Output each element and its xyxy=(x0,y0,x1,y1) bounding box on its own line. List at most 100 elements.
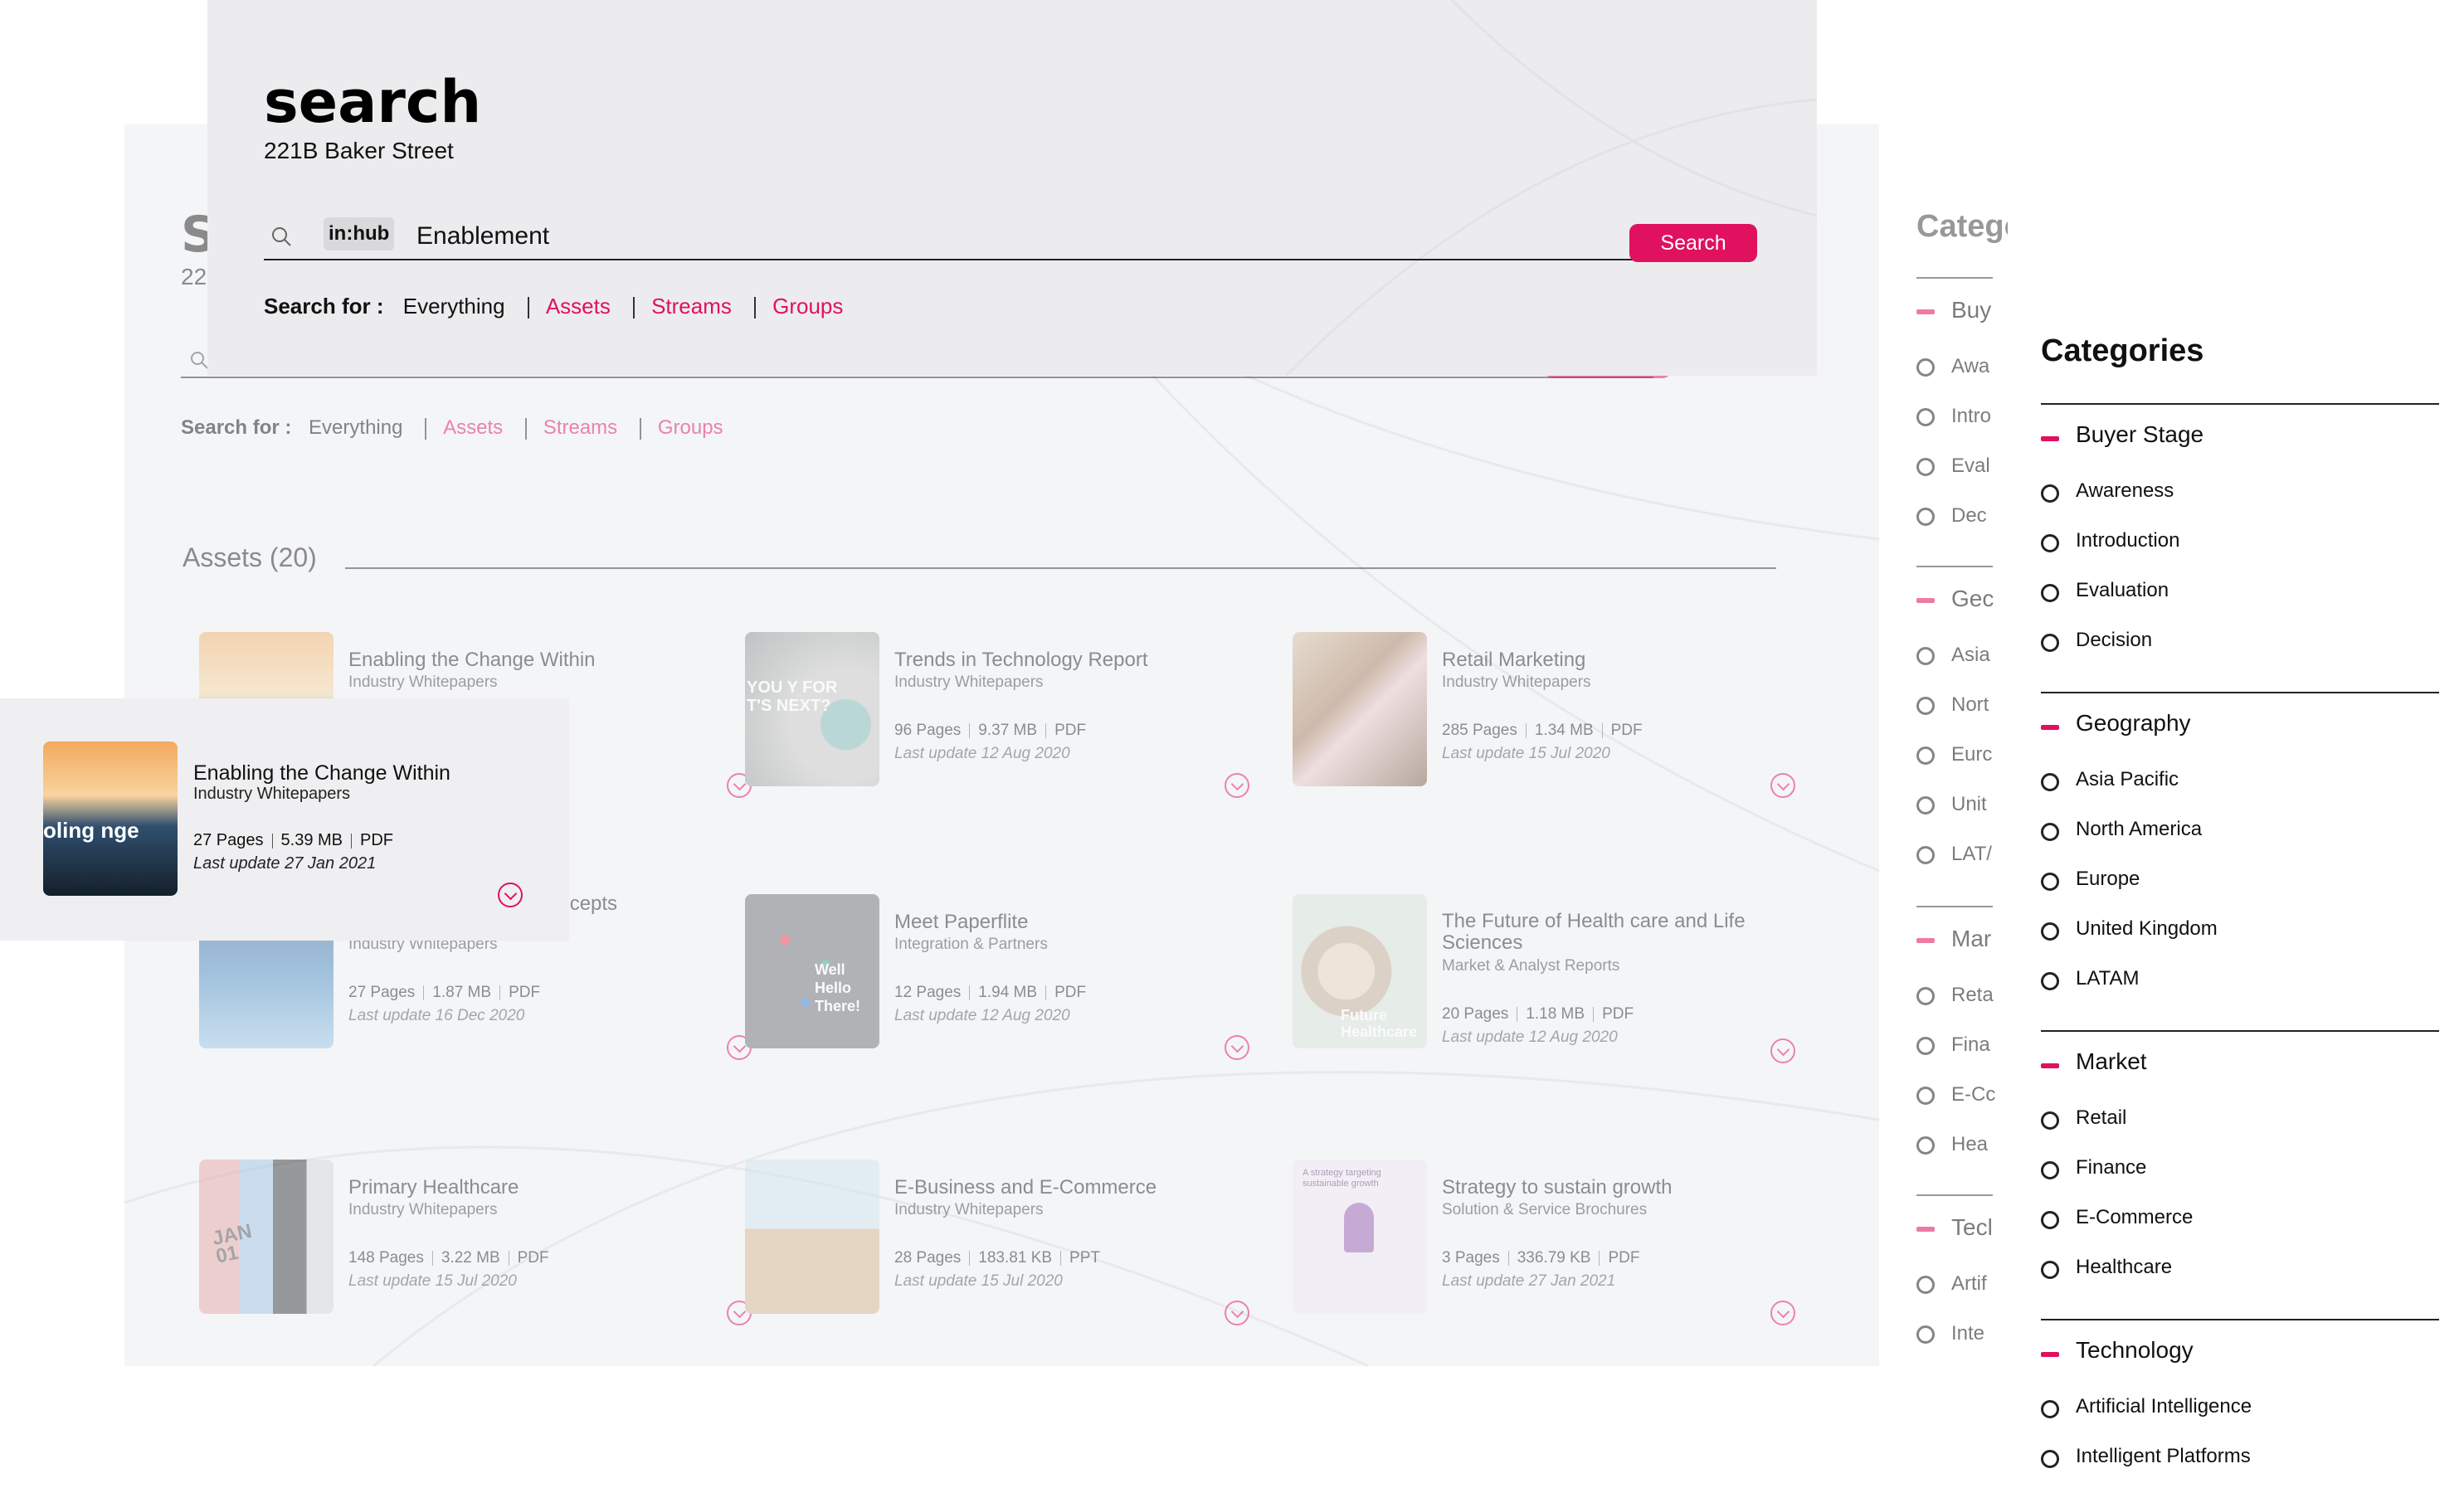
asset-pages: 27 Pages xyxy=(348,984,416,1001)
filter-groups[interactable]: Groups xyxy=(658,416,723,439)
option[interactable]: Fina xyxy=(1951,1033,1990,1056)
asset-title[interactable]: Trends in Technology Report xyxy=(894,649,1148,672)
option[interactable]: Intro xyxy=(1951,405,1991,427)
radio-icon[interactable] xyxy=(2041,772,2059,791)
category-group-technology[interactable]: Technology xyxy=(2041,1337,2194,1364)
scope-tag[interactable]: in:hub xyxy=(324,217,395,250)
search-input[interactable]: Enablement xyxy=(416,222,549,250)
asset-title[interactable]: Enabling the Change Within xyxy=(348,649,596,672)
option-artificial-intelligence[interactable]: Artificial Intelligence xyxy=(2041,1395,2252,1418)
option-retail[interactable]: Retail xyxy=(2041,1106,2126,1130)
category-group-buyer-stage[interactable]: Buyer Stage xyxy=(2041,421,2203,448)
chevron-down-icon[interactable] xyxy=(1225,1301,1249,1325)
category-group-market[interactable]: Market xyxy=(2041,1048,2147,1075)
radio-icon[interactable] xyxy=(2041,1210,2059,1229)
option-intelligent-platforms[interactable]: Intelligent Platforms xyxy=(2041,1445,2251,1468)
option[interactable]: E-Cc xyxy=(1951,1083,1995,1106)
radio-icon[interactable] xyxy=(2041,484,2059,503)
radio-icon[interactable] xyxy=(2041,633,2059,652)
asset-card[interactable]: E-Business and E-Commerce Industry White… xyxy=(745,1160,1259,1325)
radio-icon[interactable] xyxy=(2041,583,2059,602)
asset-thumbnail xyxy=(1293,632,1427,786)
option[interactable]: Unit xyxy=(1951,793,1987,815)
option[interactable]: Hea xyxy=(1951,1133,1988,1155)
radio-icon[interactable] xyxy=(2041,822,2059,841)
asset-pages: 20 Pages xyxy=(1442,1005,1509,1023)
option[interactable]: Reta xyxy=(1951,984,1994,1006)
chevron-down-icon[interactable] xyxy=(1770,773,1795,798)
option-latam[interactable]: LATAM xyxy=(2041,967,2139,990)
filter-streams[interactable]: Streams xyxy=(651,294,732,319)
asset-title[interactable]: The Future of Health care and Life Scien… xyxy=(1442,911,1790,954)
category-group-geography[interactable]: Geography xyxy=(2041,710,2191,737)
asset-title[interactable]: Strategy to sustain growth xyxy=(1442,1176,1672,1199)
asset-size: 1.34 MB xyxy=(1534,722,1594,739)
asset-card[interactable]: Retail Marketing Industry Whitepapers 28… xyxy=(1293,632,1807,798)
group-title: Gec xyxy=(1951,586,1994,611)
chevron-down-icon[interactable] xyxy=(1770,1301,1795,1325)
asset-title[interactable]: Meet Paperflite xyxy=(894,911,1028,934)
option-label: Intelligent Platforms xyxy=(2076,1445,2251,1467)
option-awareness[interactable]: Awareness xyxy=(2041,479,2174,503)
option-evaluation[interactable]: Evaluation xyxy=(2041,579,2169,602)
asset-format: PPT xyxy=(1069,1249,1100,1267)
asset-card[interactable]: A strategy targeting sustainable growth … xyxy=(1293,1160,1807,1325)
option[interactable]: Dec xyxy=(1951,504,1987,527)
categories-sidebar-faded: Categories Buy Awa Intro Eval Dec Gec As… xyxy=(1916,199,2008,1443)
option-healthcare[interactable]: Healthcare xyxy=(2041,1256,2172,1279)
asset-updated: Last update 15 Jul 2020 xyxy=(894,1272,1063,1290)
option-decision[interactable]: Decision xyxy=(2041,629,2152,652)
option-north-america[interactable]: North America xyxy=(2041,818,2202,841)
asset-title[interactable]: Enabling the Change Within xyxy=(193,761,450,785)
radio-icon[interactable] xyxy=(2041,533,2059,552)
filter-everything[interactable]: Everything xyxy=(309,416,402,439)
asset-card[interactable]: JAN 01 Primary Healthcare Industry White… xyxy=(199,1160,752,1325)
option[interactable]: LAT/ xyxy=(1951,843,1992,865)
option[interactable]: Eurc xyxy=(1951,743,1992,766)
hover-asset-card[interactable]: oling nge Enabling the Change Within Ind… xyxy=(0,698,569,941)
radio-icon[interactable] xyxy=(2041,1449,2059,1468)
filter-everything[interactable]: Everything xyxy=(403,294,505,319)
filter-streams[interactable]: Streams xyxy=(543,416,617,439)
group-title: Buy xyxy=(1951,297,1992,323)
option-asia-pacific[interactable]: Asia Pacific xyxy=(2041,768,2179,791)
option[interactable]: Inte xyxy=(1951,1322,1984,1345)
option[interactable]: Asia xyxy=(1951,644,1990,666)
option[interactable]: Eval xyxy=(1951,455,1990,477)
option-e-commerce[interactable]: E-Commerce xyxy=(2041,1206,2193,1229)
asset-title[interactable]: E-Business and E-Commerce xyxy=(894,1176,1157,1199)
filter-assets[interactable]: Assets xyxy=(443,416,503,439)
radio-icon[interactable] xyxy=(2041,1260,2059,1279)
option[interactable]: Awa xyxy=(1951,355,1989,377)
option[interactable]: Nort xyxy=(1951,693,1989,716)
asset-title[interactable]: Retail Marketing xyxy=(1442,649,1585,672)
option[interactable]: Artif xyxy=(1951,1272,1987,1295)
asset-title[interactable]: Primary Healthcare xyxy=(348,1176,519,1199)
chevron-down-icon[interactable] xyxy=(498,883,523,907)
filter-assets[interactable]: Assets xyxy=(546,294,611,319)
filter-groups[interactable]: Groups xyxy=(772,294,843,319)
assets-divider xyxy=(345,567,1776,569)
radio-icon[interactable] xyxy=(2041,1160,2059,1179)
option-united-kingdom[interactable]: United Kingdom xyxy=(2041,917,2218,941)
option-label: Decision xyxy=(2076,629,2153,651)
option-finance[interactable]: Finance xyxy=(2041,1156,2146,1179)
asset-card[interactable]: Future Healthcare The Future of Health c… xyxy=(1293,894,1807,1063)
asset-card[interactable]: YOU Y FOR T'S NEXT? Trends in Technology… xyxy=(745,632,1259,798)
radio-icon[interactable] xyxy=(2041,1111,2059,1130)
radio-icon[interactable] xyxy=(2041,872,2059,891)
asset-updated: Last update 27 Jan 2021 xyxy=(1442,1272,1616,1290)
option-europe[interactable]: Europe xyxy=(2041,868,2140,891)
radio-icon[interactable] xyxy=(2041,971,2059,990)
asset-pages: 285 Pages xyxy=(1442,722,1517,739)
radio-icon[interactable] xyxy=(2041,1399,2059,1418)
asset-format: PDF xyxy=(517,1249,549,1267)
option-introduction[interactable]: Introduction xyxy=(2041,529,2179,552)
chevron-down-icon[interactable] xyxy=(1225,773,1249,798)
asset-card[interactable]: Well Hello There! Meet Paperflite Integr… xyxy=(745,894,1259,1060)
chevron-down-icon[interactable] xyxy=(1770,1038,1795,1063)
search-button[interactable]: Search xyxy=(1629,224,1757,262)
chevron-down-icon[interactable] xyxy=(1225,1035,1249,1060)
radio-icon[interactable] xyxy=(2041,921,2059,941)
asset-size: 1.18 MB xyxy=(1526,1005,1585,1023)
